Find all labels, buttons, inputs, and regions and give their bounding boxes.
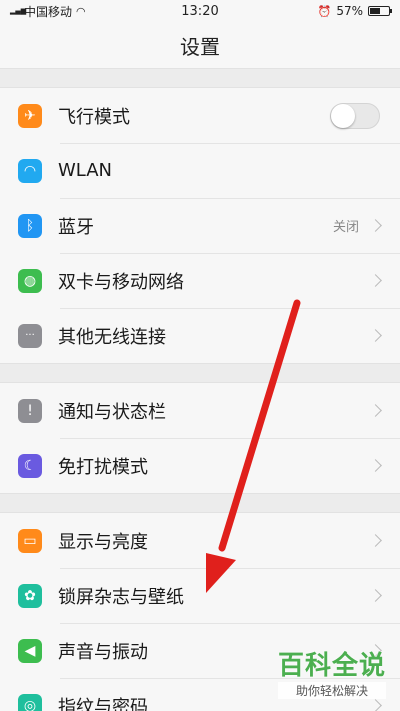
page-title: 设置 xyxy=(0,22,400,68)
chevron-right-icon xyxy=(369,699,382,711)
settings-item[interactable]: ··· 其他无线连接 xyxy=(0,308,400,363)
settings-item[interactable]: ▭ 显示与亮度 xyxy=(0,513,400,568)
settings-group: ✈ 飞行模式 ◠ WLAN ᛒ 蓝牙 关闭 ◍ 双卡与移动网络 ··· 其他无线连接 xyxy=(0,88,400,363)
section-divider xyxy=(0,493,400,513)
moon-icon: ☾ xyxy=(18,453,42,478)
chevron-right-icon xyxy=(369,329,382,342)
chevron-right-icon xyxy=(369,274,382,287)
exclamation-icon: ! xyxy=(18,398,42,423)
settings-group: ! 通知与状态栏 ☾ 免打扰模式 xyxy=(0,383,400,493)
watermark-title: 百科全说 xyxy=(277,651,386,681)
settings-item[interactable]: ✿ 锁屏杂志与壁纸 xyxy=(0,568,400,623)
section-divider xyxy=(0,68,400,88)
section-divider xyxy=(0,363,400,383)
bluetooth-icon: ᛒ xyxy=(18,213,42,238)
settings-item-label: 双卡与移动网络 xyxy=(58,271,184,293)
battery-icon xyxy=(368,6,392,16)
globe-icon: ◍ xyxy=(18,268,42,293)
status-bar: ▂▄▆ 中国移动 ◠ 13:20 ⏰ 57% xyxy=(0,0,400,22)
page-title-text: 设置 xyxy=(180,34,220,59)
toggle-knob xyxy=(331,103,355,128)
carrier-label: 中国移动 xyxy=(24,4,73,19)
settings-item-label: 蓝牙 xyxy=(58,216,94,238)
chevron-right-icon xyxy=(369,219,382,232)
watermark-logo: 百科全说 助你轻松解决 xyxy=(277,645,386,699)
flower-icon: ✿ xyxy=(18,583,42,608)
settings-item-label: 通知与状态栏 xyxy=(58,401,166,423)
settings-item-label: 锁屏杂志与壁纸 xyxy=(58,586,184,608)
more-icon: ··· xyxy=(18,323,42,348)
airplane-icon: ✈ xyxy=(18,103,42,128)
display-icon: ▭ xyxy=(18,528,42,553)
settings-item-value: 关闭 xyxy=(332,220,359,235)
settings-item-label: WLAN xyxy=(58,160,113,181)
chevron-right-icon xyxy=(369,404,382,417)
signal-icon: ▂▄▆ xyxy=(10,6,27,15)
alarm-icon: ⏰ xyxy=(317,4,332,18)
chevron-right-icon xyxy=(369,534,382,547)
settings-item-label: 其他无线连接 xyxy=(58,326,166,348)
settings-item[interactable]: ◍ 双卡与移动网络 xyxy=(0,253,400,308)
settings-item-label: 显示与亮度 xyxy=(58,531,148,553)
chevron-right-icon xyxy=(369,589,382,602)
speaker-icon: ◀ xyxy=(18,638,42,663)
settings-item-label: 免打扰模式 xyxy=(58,456,148,478)
battery-percent: 57% xyxy=(336,4,363,18)
settings-item[interactable]: ! 通知与状态栏 xyxy=(0,383,400,438)
settings-item[interactable]: ☾ 免打扰模式 xyxy=(0,438,400,493)
wifi-icon: ◠ xyxy=(18,158,42,183)
fingerprint-icon: ◎ xyxy=(18,693,42,711)
settings-list: ✈ 飞行模式 ◠ WLAN ᛒ 蓝牙 关闭 ◍ 双卡与移动网络 ··· 其他无线连接! 通知与状态栏 ☾… xyxy=(0,68,400,711)
chevron-right-icon xyxy=(369,459,382,472)
settings-item-label: 飞行模式 xyxy=(58,106,130,128)
settings-item[interactable]: ᛒ 蓝牙 关闭 xyxy=(0,198,400,253)
watermark-subtitle: 助你轻松解决 xyxy=(277,682,386,699)
airplane-mode-toggle[interactable] xyxy=(330,102,380,129)
settings-item[interactable]: ✈ 飞行模式 xyxy=(0,88,400,143)
settings-item[interactable]: ◠ WLAN xyxy=(0,143,400,198)
wifi-status-icon: ◠ xyxy=(76,4,86,18)
